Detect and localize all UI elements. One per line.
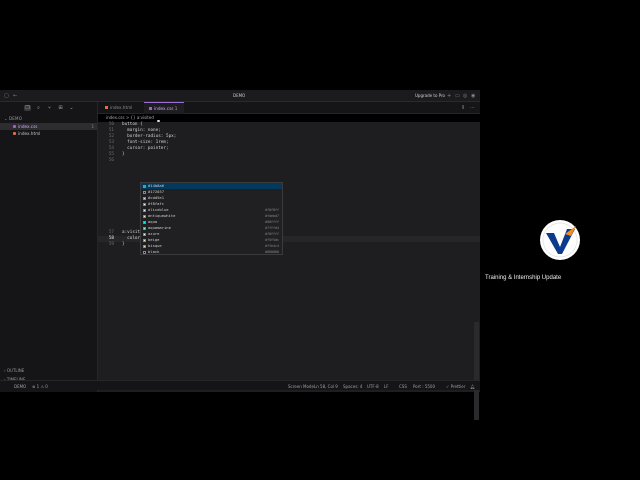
status-branch[interactable]: DEMO: [14, 384, 26, 389]
search-icon[interactable]: ⌕: [35, 105, 42, 111]
color-swatch-icon: [142, 184, 146, 188]
sidebar: ❐ ⌕ ⑂ ⊞ ⌄ ⌄ DEMO index.css 1 index.html …: [0, 102, 98, 392]
more-actions-icon[interactable]: ⋯: [470, 105, 475, 111]
account-icon[interactable]: ◉: [471, 93, 475, 99]
color-swatch-icon: [142, 208, 146, 212]
source-control-icon[interactable]: ⑂: [46, 105, 53, 111]
split-editor-icon[interactable]: ⫴: [462, 105, 464, 111]
company-logo: [540, 220, 580, 260]
editor-tabs: index.html index.css 1 ⫴ ⋯: [98, 102, 480, 123]
status-language[interactable]: CSS: [399, 384, 407, 389]
window-top-spacer: [0, 60, 480, 90]
status-encoding[interactable]: UTF-8: [367, 384, 379, 389]
add-icon[interactable]: +: [447, 93, 451, 99]
color-swatch-icon: [142, 250, 146, 254]
autocomplete-item[interactable]: black #000000: [141, 249, 282, 255]
status-live-server-port[interactable]: Port : 5500: [413, 384, 435, 389]
title-bar: ▢ ← DEMO Upgrade to Pro + ▭ ◎ ◉: [0, 90, 480, 102]
status-cursor-position[interactable]: Ln 58, Col 9: [314, 384, 338, 389]
extensions-icon[interactable]: ⊞: [57, 105, 64, 111]
status-problems[interactable]: ⊗ 1 ⚠ 0: [32, 384, 48, 389]
status-indentation[interactable]: Spaces: 4: [343, 384, 362, 389]
checkmark-logo-icon: [542, 222, 578, 258]
upgrade-button[interactable]: Upgrade to Pro: [415, 93, 445, 98]
html-file-icon: [105, 106, 108, 109]
sidebar-toolbar: ❐ ⌕ ⑂ ⊞ ⌄: [0, 102, 97, 114]
files-icon[interactable]: ❐: [24, 105, 31, 111]
file-item-index-css[interactable]: index.css 1: [0, 123, 97, 130]
status-bar: DEMO ⊗ 1 ⚠ 0 Screen Mode Ln 58, Col 9 Sp…: [0, 380, 480, 390]
color-swatch-icon: [142, 226, 146, 230]
tab-index-css[interactable]: index.css 1: [144, 102, 184, 123]
color-swatch-icon: [142, 196, 146, 200]
color-swatch-icon: [142, 244, 146, 248]
autocomplete-list[interactable]: #14b8a6 #172037 #cdd5e1 #f8fafc aliceblue #f0…: [140, 182, 283, 255]
outline-section[interactable]: › OUTLINE: [0, 368, 98, 373]
code-line: 56: [108, 158, 114, 163]
breadcrumb[interactable]: index.css > {} a:visited: [98, 114, 480, 122]
status-eol[interactable]: LF: [384, 384, 389, 389]
editor-scrollbar[interactable]: [474, 322, 479, 420]
status-screen-mode[interactable]: Screen Mode: [288, 384, 314, 389]
overlay-title: Training & Internship Update: [485, 275, 562, 281]
settings-icon[interactable]: ◎: [463, 93, 467, 99]
notifications-bell-icon[interactable]: 🔔︎: [470, 384, 475, 389]
problem-count-badge: 1: [91, 124, 94, 129]
file-item-index-html[interactable]: index.html: [0, 130, 97, 137]
color-swatch-icon: [142, 190, 146, 194]
layout-icon[interactable]: ▭: [455, 93, 460, 99]
sidebar-toggle-icon[interactable]: ▢: [4, 93, 9, 99]
color-swatch-icon: [142, 214, 146, 218]
code-editor[interactable]: 50 button { 51 margin: none; 52 border-ra…: [98, 122, 480, 392]
color-swatch-icon: [142, 238, 146, 242]
back-arrow-icon[interactable]: ←: [13, 93, 17, 99]
tab-index-html[interactable]: index.html: [100, 102, 142, 114]
css-file-icon: [149, 107, 152, 110]
color-swatch-icon: [142, 232, 146, 236]
color-swatch-icon: [142, 202, 146, 206]
html-file-icon: [13, 132, 16, 135]
css-file-icon: [13, 125, 16, 128]
color-swatch-icon: [142, 220, 146, 224]
more-icon[interactable]: ⌄: [68, 105, 75, 111]
status-formatter[interactable]: ✓ Prettier: [446, 384, 465, 389]
explorer-section[interactable]: ⌄ DEMO: [0, 114, 97, 123]
window-title: DEMO: [233, 93, 246, 98]
